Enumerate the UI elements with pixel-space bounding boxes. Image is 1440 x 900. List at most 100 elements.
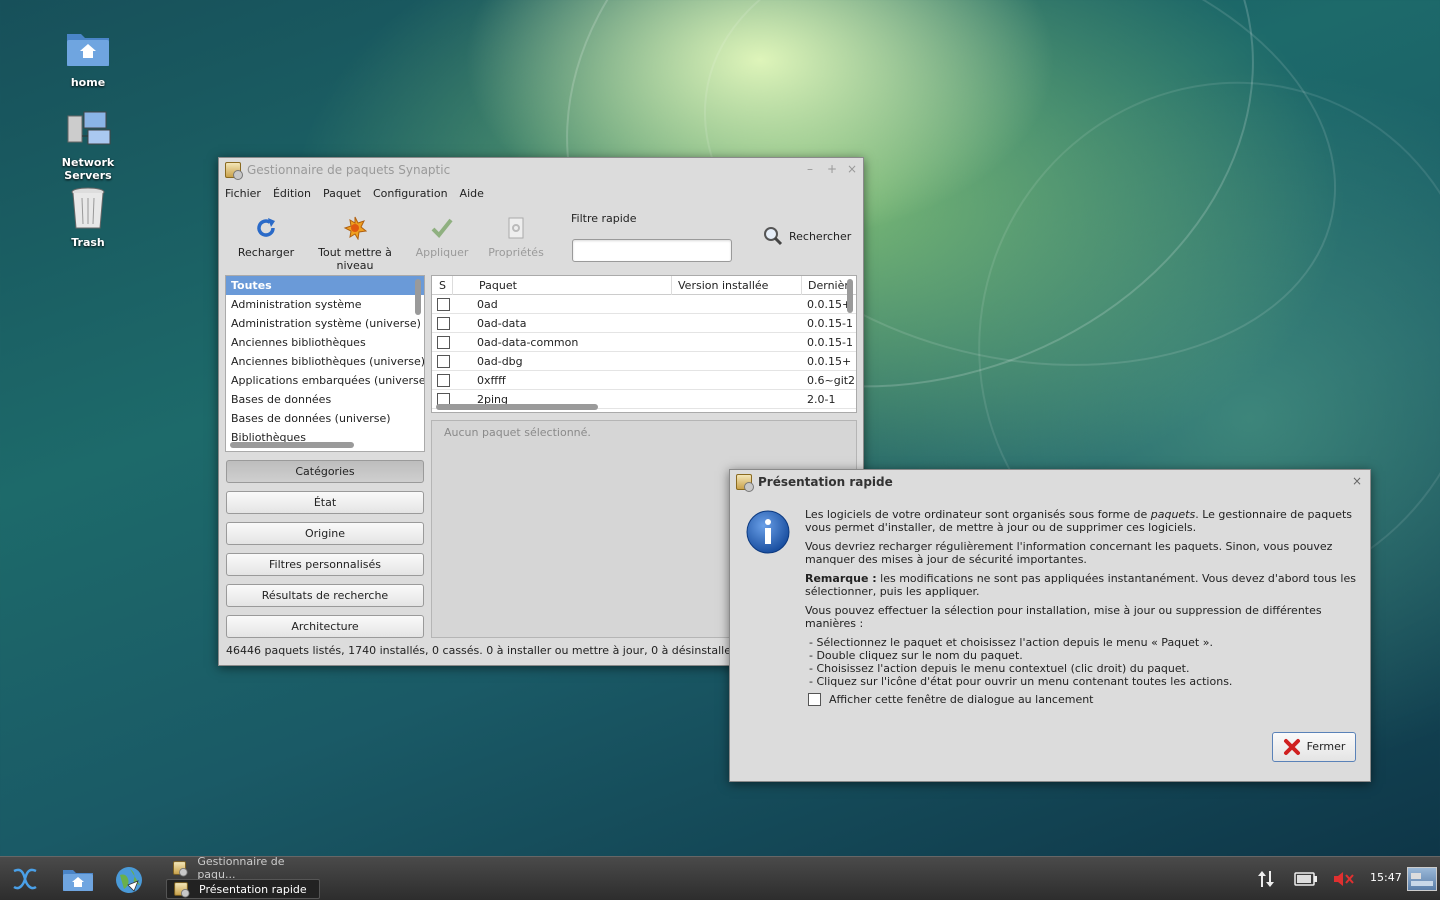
category-item[interactable]: Bases de données (universe) xyxy=(226,409,424,428)
app-menu-icon[interactable] xyxy=(10,865,40,893)
category-item[interactable]: Bases de données xyxy=(226,390,424,409)
upgrade-star-icon xyxy=(343,216,368,241)
close-button-label: Fermer xyxy=(1306,740,1346,753)
quick-intro-dialog: Présentation rapide × Les logiciels de v… xyxy=(729,469,1371,782)
search-results-button[interactable]: Résultats de recherche xyxy=(226,584,424,607)
search-button[interactable]: Rechercher xyxy=(763,226,853,246)
menu-aide[interactable]: Aide xyxy=(460,187,484,200)
menu-paquet[interactable]: Paquet xyxy=(323,187,361,200)
task-quick-intro[interactable]: Présentation rapide xyxy=(166,879,320,899)
list-item: - Sélectionnez le paquet et choisissez l… xyxy=(809,636,1213,649)
categories-button[interactable]: Catégories xyxy=(226,460,424,483)
task-synaptic[interactable]: Gestionnaire de paqu... xyxy=(166,855,320,881)
package-checkbox[interactable] xyxy=(437,336,450,349)
home-folder-launcher-icon[interactable] xyxy=(62,865,94,893)
dialog-app-icon xyxy=(736,474,754,492)
synaptic-task-icon xyxy=(173,861,189,877)
workspace-switcher[interactable] xyxy=(1407,867,1437,891)
package-latest: 0.0.15-1 xyxy=(807,317,853,330)
package-scrollbar-v[interactable] xyxy=(847,279,853,313)
package-checkbox[interactable] xyxy=(437,317,450,330)
minimize-icon[interactable]: – xyxy=(807,162,813,176)
package-name: 0ad-data-common xyxy=(477,336,579,349)
package-checkbox[interactable] xyxy=(437,355,450,368)
category-list: Toutes Administration système Administra… xyxy=(225,275,425,452)
synaptic-app-icon xyxy=(225,162,243,180)
package-checkbox[interactable] xyxy=(437,298,450,311)
architecture-button[interactable]: Architecture xyxy=(226,615,424,638)
network-updown-icon[interactable] xyxy=(1256,869,1276,889)
menubar: Fichier Édition Paquet Configuration Aid… xyxy=(219,182,863,204)
clock[interactable]: 15:47 xyxy=(1370,871,1402,884)
network-servers-icon xyxy=(64,106,112,154)
column-installed-version[interactable]: Version installée xyxy=(678,276,768,295)
synaptic-titlebar[interactable]: Gestionnaire de paquets Synaptic – + × xyxy=(219,158,863,182)
package-name: 0xffff xyxy=(477,374,506,387)
category-item[interactable]: Administration système (universe) xyxy=(226,314,424,333)
category-scrollbar-h[interactable] xyxy=(230,442,354,448)
column-status[interactable]: S xyxy=(439,276,446,295)
close-button[interactable]: Fermer xyxy=(1272,732,1356,762)
origin-button[interactable]: Origine xyxy=(226,522,424,545)
table-row[interactable]: 0ad 0.0.15+ xyxy=(432,295,856,314)
status-filter-button[interactable]: État xyxy=(226,491,424,514)
task-quick-intro-label: Présentation rapide xyxy=(199,882,307,896)
remark-text: les modifications ne sont pas appliquées… xyxy=(805,572,1356,598)
package-latest: 0.0.15+ xyxy=(807,355,852,368)
menu-configuration[interactable]: Configuration xyxy=(373,187,448,200)
desktop-icon-label: Network Servers xyxy=(61,156,115,182)
package-latest: 0.0.15+ xyxy=(807,298,852,311)
apply-button[interactable]: Appliquer xyxy=(415,216,469,259)
category-item[interactable]: Anciennes bibliothèques (universe) xyxy=(226,352,424,371)
close-x-icon xyxy=(1283,738,1301,756)
reload-button[interactable]: Recharger xyxy=(237,216,295,259)
package-latest: 0.0.15-1 xyxy=(807,336,853,349)
properties-button[interactable]: Propriétés xyxy=(485,216,547,259)
home-folder-icon xyxy=(64,26,112,74)
dialog-paragraph-1: Les logiciels de votre ordinateur sont o… xyxy=(805,508,1360,534)
table-row[interactable]: 0ad-data-common 0.0.15-1 xyxy=(432,333,856,352)
list-item: - Choisissez l'action depuis le menu con… xyxy=(809,662,1190,675)
checkmark-icon xyxy=(430,216,454,240)
menu-edition[interactable]: Édition xyxy=(273,187,311,200)
show-at-startup-option[interactable]: Afficher cette fenêtre de dialogue au la… xyxy=(808,693,1094,706)
desktop-icon-network-servers[interactable]: Network Servers xyxy=(38,106,138,182)
search-label: Rechercher xyxy=(789,229,852,243)
close-icon[interactable]: × xyxy=(847,162,857,176)
desktop-icon-home[interactable]: home xyxy=(38,26,138,89)
custom-filters-button[interactable]: Filtres personnalisés xyxy=(226,553,424,576)
close-icon[interactable]: × xyxy=(1352,474,1362,488)
quick-filter-input[interactable] xyxy=(572,239,732,262)
volume-muted-icon[interactable] xyxy=(1333,870,1355,888)
status-bar: 46446 paquets listés, 1740 installés, 0 … xyxy=(226,644,736,657)
category-item[interactable]: Applications embarquées (universe) xyxy=(226,371,424,390)
column-latest-version[interactable]: Dernièr xyxy=(808,276,849,295)
table-row[interactable]: 0xffff 0.6~git2 xyxy=(432,371,856,390)
desktop-icon-trash[interactable]: Trash xyxy=(38,186,138,249)
show-at-startup-label: Afficher cette fenêtre de dialogue au la… xyxy=(829,693,1094,706)
category-scrollbar-v[interactable] xyxy=(415,279,421,315)
package-latest: 0.6~git2 xyxy=(807,374,856,387)
reload-icon xyxy=(254,216,278,240)
menu-fichier[interactable]: Fichier xyxy=(225,187,261,200)
battery-icon[interactable] xyxy=(1294,872,1318,886)
category-item[interactable]: Administration système xyxy=(226,295,424,314)
table-row[interactable]: 0ad-dbg 0.0.15+ xyxy=(432,352,856,371)
trash-icon xyxy=(64,186,112,234)
dialog-titlebar[interactable]: Présentation rapide × xyxy=(730,470,1370,494)
column-package[interactable]: Paquet xyxy=(479,276,517,295)
table-row[interactable]: 0ad-data 0.0.15-1 xyxy=(432,314,856,333)
dialog-title: Présentation rapide xyxy=(758,475,893,489)
info-icon xyxy=(746,510,790,554)
search-icon xyxy=(763,226,783,246)
maximize-icon[interactable]: + xyxy=(827,162,837,176)
show-at-startup-checkbox[interactable] xyxy=(808,693,821,706)
category-item[interactable]: Anciennes bibliothèques xyxy=(226,333,424,352)
dialog-list: - Sélectionnez le paquet et choisissez l… xyxy=(805,636,1360,688)
upgrade-all-button[interactable]: Tout mettre à niveau xyxy=(301,216,409,272)
web-browser-icon[interactable] xyxy=(114,865,144,895)
package-scrollbar-h[interactable] xyxy=(436,404,598,410)
category-item[interactable]: Toutes xyxy=(226,276,424,295)
package-checkbox[interactable] xyxy=(437,374,450,387)
package-name: 0ad-data xyxy=(477,317,527,330)
